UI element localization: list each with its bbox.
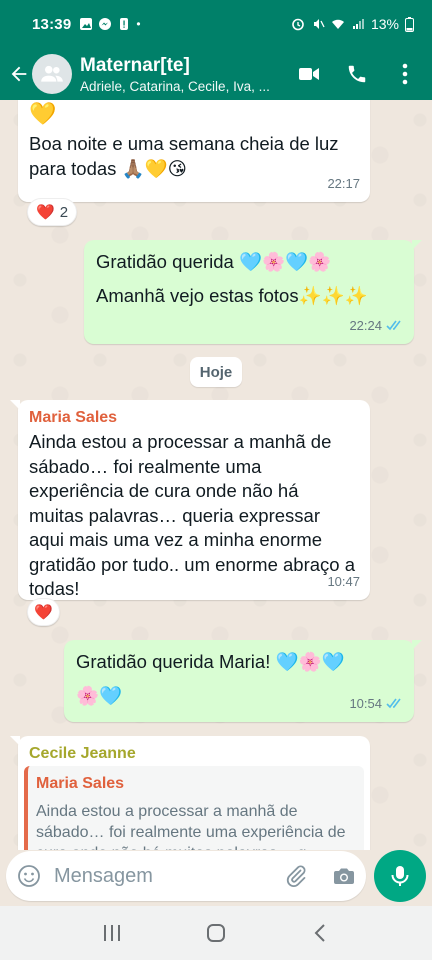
composer-bar [0,850,432,906]
video-call-icon [299,68,319,80]
attach-icon [286,865,306,887]
system-navigation-bar [0,906,432,960]
read-ticks-icon [386,698,401,709]
messenger-icon [99,18,112,30]
system-indicators: 13% [291,16,414,32]
alarm-icon [292,18,304,31]
camera-icon [334,868,354,884]
battery-percent: 13% [370,16,399,32]
sender-name[interactable]: Maria Sales [29,406,117,431]
date-separator: Hoje [190,357,242,387]
attach-button[interactable] [276,851,316,901]
back-button[interactable] [4,48,34,100]
silent-icon [313,19,325,29]
header-actions [296,61,418,87]
group-avatar-icon [41,65,63,82]
video-call-button[interactable] [296,61,322,87]
camera-button[interactable] [324,851,364,901]
status-dot: • [136,17,141,31]
more-options-button[interactable] [392,61,418,87]
message-emoji-line: 💛 [29,101,57,126]
quoted-message[interactable]: Maria Sales Ainda estou a processar a ma… [24,766,364,850]
message-list[interactable]: 💛 Boa noite e uma semana cheia de luz pa… [0,100,432,850]
message-text-line-1: Gratidão querida 🩵🌸🩵🌸 [96,251,332,272]
message-time: 10:54 [349,695,382,711]
message-meta: 10:47 [327,570,360,595]
message-text: Boa noite e uma semana cheia de luz para… [29,133,339,179]
home-icon [207,924,225,942]
alert-icon [120,18,129,30]
home-button[interactable] [196,913,236,953]
wifi-icon [331,19,344,29]
message-text-line-2: Amanhã vejo estas fotos✨✨✨ [96,285,368,306]
heart-reaction-icon: ❤️ [34,604,53,621]
signal-icon [352,19,364,29]
recent-apps-button[interactable] [92,913,132,953]
chat-title-block[interactable]: Maternar[te] Adriele, Catarina, Cecile, … [80,55,285,94]
mic-icon [391,866,409,886]
heart-reaction-icon: ❤️ [36,204,55,221]
status-time: 13:39 [32,15,72,33]
gallery-icon [80,18,93,30]
message-text: Ainda estou a processar a manhã de sábad… [29,431,355,599]
message-reaction[interactable]: ❤️ 2 [27,198,78,226]
group-name: Maternar[te] [80,54,190,76]
back-nav-button[interactable] [300,913,340,953]
message-bubble-outgoing[interactable]: Gratidão querida Maria! 🩵🌸🩵 🌸🩵 10:54 [64,640,422,722]
message-meta: 10:54 [349,692,404,717]
message-reaction[interactable]: ❤️ [27,598,60,626]
message-time: 22:17 [327,175,360,191]
chat-header: Maternar[te] Adriele, Catarina, Cecile, … [0,48,432,100]
message-bubble-incoming[interactable]: Maria Sales Ainda estou a processar a ma… [10,400,370,600]
reaction-count: 2 [59,203,69,221]
message-meta: 22:17 [327,172,360,197]
recent-apps-icon [104,925,120,941]
battery-icon [405,16,414,32]
message-bubble-incoming[interactable]: Cecile Jeanne Maria Sales Ainda estou a … [10,736,370,850]
quoted-author: Maria Sales [36,775,125,792]
message-bubble-incoming[interactable]: 💛 Boa noite e uma semana cheia de luz pa… [18,100,370,202]
group-avatar[interactable] [32,54,72,94]
phone-icon [348,65,366,83]
notification-icons: • [79,17,141,31]
quoted-text: Ainda estou a processar a manhã de sábad… [36,802,346,851]
status-bar: 13:39 • 13% [0,0,432,48]
sender-name[interactable]: Cecile Jeanne [29,742,136,767]
group-members: Adriele, Catarina, Cecile, Iva, ... [80,78,270,94]
message-composer [6,851,366,901]
message-text-line-1: Gratidão querida Maria! 🩵🌸🩵 [76,651,345,672]
voice-message-button[interactable] [374,850,426,902]
more-vert-icon [402,63,408,85]
message-time: 10:47 [327,573,360,589]
emoji-icon [18,865,40,887]
back-arrow-icon [11,66,27,82]
voice-call-button[interactable] [344,61,370,87]
message-bubble-outgoing[interactable]: Gratidão querida 🩵🌸🩵🌸 Amanhã vejo estas … [84,240,422,344]
back-nav-icon [314,924,325,942]
read-ticks-icon [386,320,401,331]
emoji-button[interactable] [6,851,52,901]
message-text-line-2: 🌸🩵 [76,685,123,706]
message-meta: 22:24 [349,314,404,339]
message-input[interactable] [52,864,262,888]
message-time: 22:24 [349,317,382,333]
